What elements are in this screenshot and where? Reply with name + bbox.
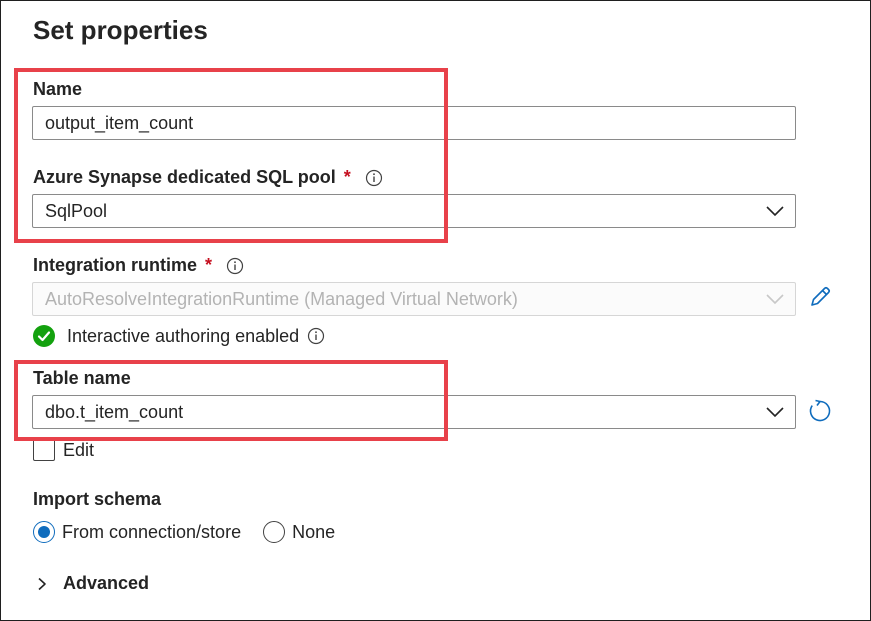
import-schema-label: Import schema: [33, 489, 161, 510]
name-label-text: Name: [33, 79, 83, 99]
integration-runtime-label-text: Integration runtime: [33, 255, 198, 275]
chevron-down-icon: [766, 407, 784, 418]
advanced-label: Advanced: [63, 573, 150, 593]
info-icon[interactable]: [226, 257, 244, 275]
info-icon[interactable]: [307, 327, 325, 345]
info-icon[interactable]: [365, 169, 383, 187]
caret-right-icon: [38, 577, 46, 590]
sql-pool-value: SqlPool: [45, 200, 108, 221]
check-circle-icon: [33, 325, 55, 347]
sql-pool-label: Azure Synapse dedicated SQL pool *: [33, 167, 383, 188]
name-input-value: output_item_count: [45, 112, 194, 133]
radio-none-label: None: [292, 521, 336, 542]
integration-runtime-label: Integration runtime *: [33, 255, 244, 276]
table-name-label: Table name: [33, 368, 131, 389]
authoring-status-text: Interactive authoring enabled: [67, 325, 300, 346]
advanced-expander[interactable]: Advanced: [37, 573, 149, 594]
properties-panel: Set properties Name output_item_count Az…: [0, 0, 871, 621]
table-name-dropdown[interactable]: dbo.t_item_count: [32, 395, 796, 429]
required-mark: *: [205, 255, 213, 275]
radio-from-connection[interactable]: [33, 521, 55, 543]
radio-option-from-connection[interactable]: From connection/store: [33, 521, 241, 543]
edit-checkbox-label: Edit: [63, 439, 95, 460]
chevron-down-icon: [766, 206, 784, 217]
page-title: Set properties: [33, 15, 208, 45]
authoring-status: Interactive authoring enabled: [33, 325, 325, 347]
integration-runtime-value: AutoResolveIntegrationRuntime (Managed V…: [45, 288, 518, 309]
edit-checkbox[interactable]: [33, 439, 55, 461]
table-name-label-text: Table name: [33, 368, 131, 388]
integration-runtime-dropdown[interactable]: AutoResolveIntegrationRuntime (Managed V…: [32, 282, 796, 316]
sql-pool-label-text: Azure Synapse dedicated SQL pool: [33, 167, 336, 187]
import-schema-label-text: Import schema: [33, 489, 162, 509]
refresh-icon[interactable]: [807, 398, 833, 424]
sql-pool-dropdown[interactable]: SqlPool: [32, 194, 796, 228]
radio-option-none[interactable]: None: [263, 521, 335, 543]
radio-none[interactable]: [263, 521, 286, 543]
chevron-down-icon: [766, 294, 784, 305]
table-name-value: dbo.t_item_count: [45, 401, 184, 422]
radio-from-connection-label: From connection/store: [62, 521, 242, 542]
pencil-icon[interactable]: [807, 284, 833, 310]
name-input[interactable]: output_item_count: [32, 106, 796, 140]
required-mark: *: [343, 167, 351, 187]
import-schema-radio-group: From connection/store None: [33, 521, 357, 543]
edit-checkbox-row[interactable]: Edit: [33, 439, 94, 461]
name-label: Name: [33, 79, 82, 100]
